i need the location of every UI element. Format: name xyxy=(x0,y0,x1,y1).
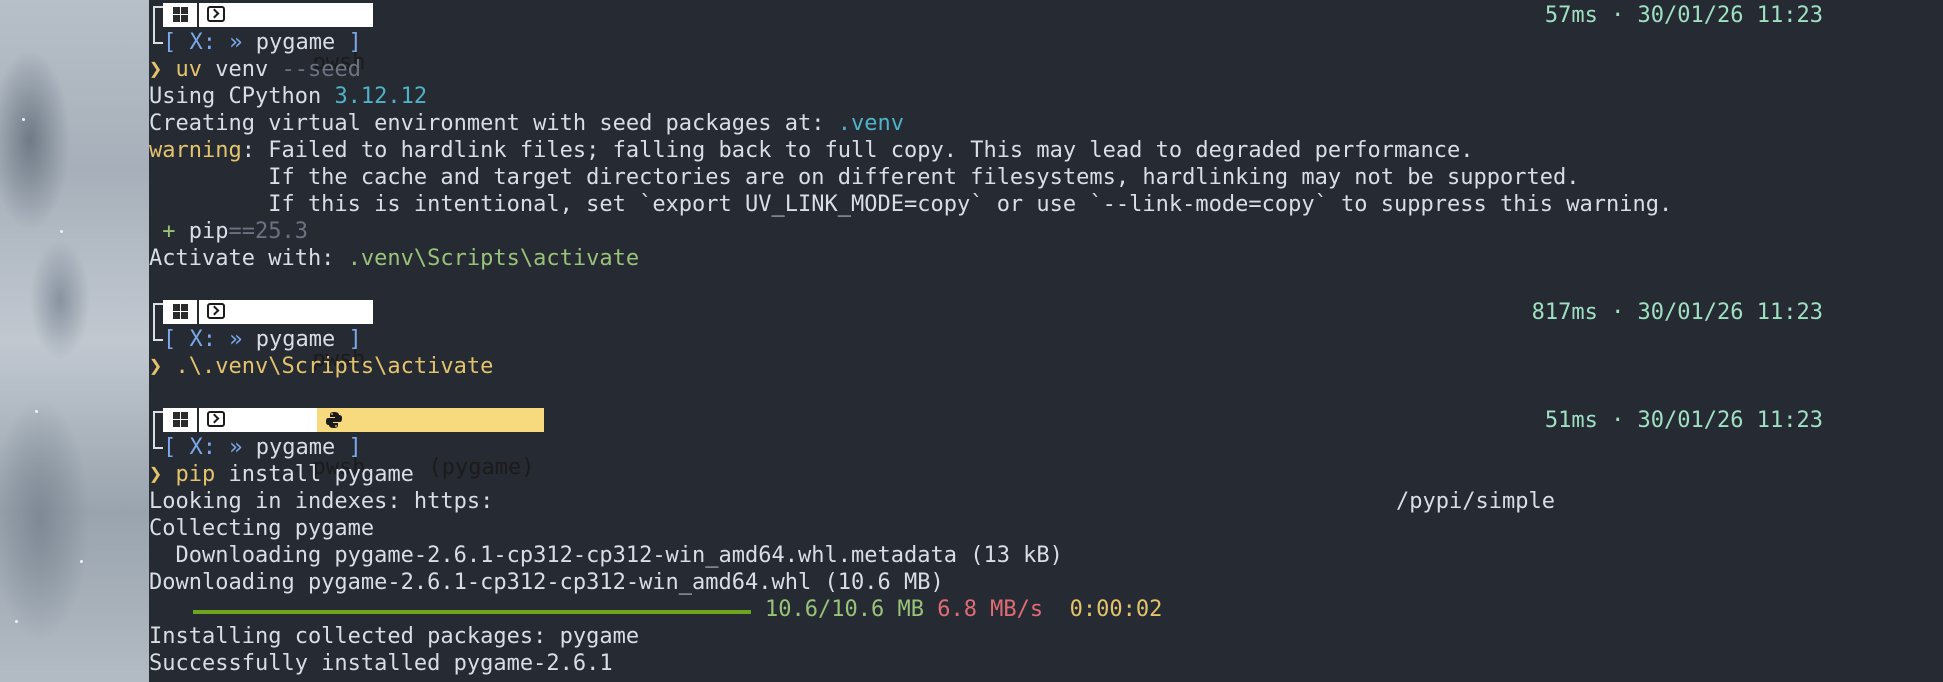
prompt-arrow: ❯ xyxy=(149,462,163,487)
warning-label: warning xyxy=(149,138,242,163)
python-icon xyxy=(326,412,342,428)
progress-size: 10.6/10.6 MB xyxy=(765,597,924,622)
command-timing: 57ms · 30/01/26 11:23 xyxy=(1544,3,1823,28)
package-version: ==25.3 xyxy=(228,219,308,244)
warning-line: If the cache and target directories are … xyxy=(149,165,1580,190)
output-line: Collecting pygame xyxy=(149,516,375,541)
download-progress-bar xyxy=(193,610,751,614)
prompt-path: [ X: » pygame ] xyxy=(163,29,362,56)
terminal-icon xyxy=(207,303,225,319)
command-arg: venv xyxy=(215,57,269,82)
using-text: Using CPython xyxy=(149,84,335,109)
shell-segment: pwsh xyxy=(199,3,374,75)
path-dir: pygame xyxy=(255,435,336,460)
prompt-bracket-top xyxy=(153,6,163,28)
path-prefix: [ X: » xyxy=(163,327,256,352)
path-suffix: ] xyxy=(335,30,362,55)
command-line: ❯ pip install pygame xyxy=(149,461,414,488)
command-line: ❯ uv venv --seed xyxy=(149,56,361,83)
command-flag: --seed xyxy=(281,57,361,82)
command-args: install pygame xyxy=(228,462,414,487)
output-line: Successfully installed pygame-2.6.1 xyxy=(149,651,613,676)
package-name: pip xyxy=(188,219,229,244)
prompt-arrow: ❯ xyxy=(149,354,163,379)
python-version: 3.12.12 xyxy=(334,84,428,109)
prompt-bracket-top xyxy=(153,411,163,433)
prompt-bracket-bottom xyxy=(153,28,163,44)
command-name: pip xyxy=(175,462,216,487)
command-line: ❯ .\.venv\Scripts\activate xyxy=(149,353,493,380)
venv-segment: (pygame) xyxy=(317,408,545,480)
command-timing: 817ms · 30/01/26 11:23 xyxy=(1531,300,1823,325)
command-name: .\.venv\Scripts\activate xyxy=(175,354,494,379)
wallpaper-speck xyxy=(22,118,25,121)
windows-icon xyxy=(173,7,188,22)
download-progress-fill xyxy=(193,610,751,614)
output-line: Installing collected packages: pygame xyxy=(149,624,640,649)
package-plus: + xyxy=(149,219,189,244)
desktop-wallpaper xyxy=(0,0,149,682)
looking-text: Looking in indexes: https: xyxy=(149,489,494,514)
index-url-tail: /pypi/simple xyxy=(1396,489,1555,514)
progress-stats: 10.6/10.6 MB 6.8 MB/s 0:00:02 xyxy=(765,596,1162,623)
terminal-window[interactable]: pwsh 57ms · 30/01/26 11:23 [ X: » pygame… xyxy=(149,0,1943,682)
wallpaper-speck xyxy=(35,410,38,413)
shell-segment: pwsh xyxy=(199,300,374,372)
package-line: + pip==25.3 xyxy=(149,218,308,245)
terminal-icon xyxy=(207,6,225,22)
os-segment xyxy=(163,300,197,324)
output-line: Looking in indexes: https: xyxy=(149,488,493,515)
warning-line: warning: Failed to hardlink files; falli… xyxy=(149,137,1474,164)
prompt-bracket-bottom xyxy=(153,433,163,449)
prompt-bracket-top xyxy=(153,303,163,325)
output-line: Activate with: .venv\Scripts\activate xyxy=(149,245,639,272)
prompt-path: [ X: » pygame ] xyxy=(163,434,362,461)
command-timing: 51ms · 30/01/26 11:23 xyxy=(1544,408,1823,433)
activate-path: .venv\Scripts\activate xyxy=(347,246,640,271)
prompt-path: [ X: » pygame ] xyxy=(163,326,362,353)
path-suffix: ] xyxy=(335,327,362,352)
prompt-bracket-bottom xyxy=(153,325,163,341)
wallpaper-speck xyxy=(15,620,18,623)
output-line: Downloading pygame-2.6.1-cp312-cp312-win… xyxy=(149,570,944,595)
terminal-icon xyxy=(207,411,225,427)
command-name: uv xyxy=(175,57,203,82)
path-dir: pygame xyxy=(255,327,336,352)
venv-path: .venv xyxy=(837,111,904,136)
windows-icon xyxy=(173,304,188,319)
wallpaper-speck xyxy=(60,230,63,233)
activate-text: Activate with: xyxy=(149,246,348,271)
path-prefix: [ X: » xyxy=(163,435,256,460)
windows-icon xyxy=(173,412,188,427)
progress-eta: 0:00:02 xyxy=(1069,597,1163,622)
os-segment xyxy=(163,408,197,432)
path-suffix: ] xyxy=(335,435,362,460)
prompt-arrow: ❯ xyxy=(149,57,163,82)
warning-line: If this is intentional, set `export UV_L… xyxy=(149,192,1673,217)
progress-speed: 6.8 MB/s xyxy=(937,597,1044,622)
warning-text: : Failed to hardlink files; falling back… xyxy=(241,138,1474,163)
venv-name: (pygame) xyxy=(428,455,535,480)
wallpaper-speck xyxy=(80,560,83,563)
output-line: Using CPython 3.12.12 xyxy=(149,83,427,110)
output-line: Creating virtual environment with seed p… xyxy=(149,110,904,137)
creating-text: Creating virtual environment with seed p… xyxy=(149,111,838,136)
path-prefix: [ X: » xyxy=(163,30,256,55)
path-dir: pygame xyxy=(255,30,336,55)
os-segment xyxy=(163,3,197,27)
output-line: Downloading pygame-2.6.1-cp312-cp312-win… xyxy=(149,543,1063,568)
